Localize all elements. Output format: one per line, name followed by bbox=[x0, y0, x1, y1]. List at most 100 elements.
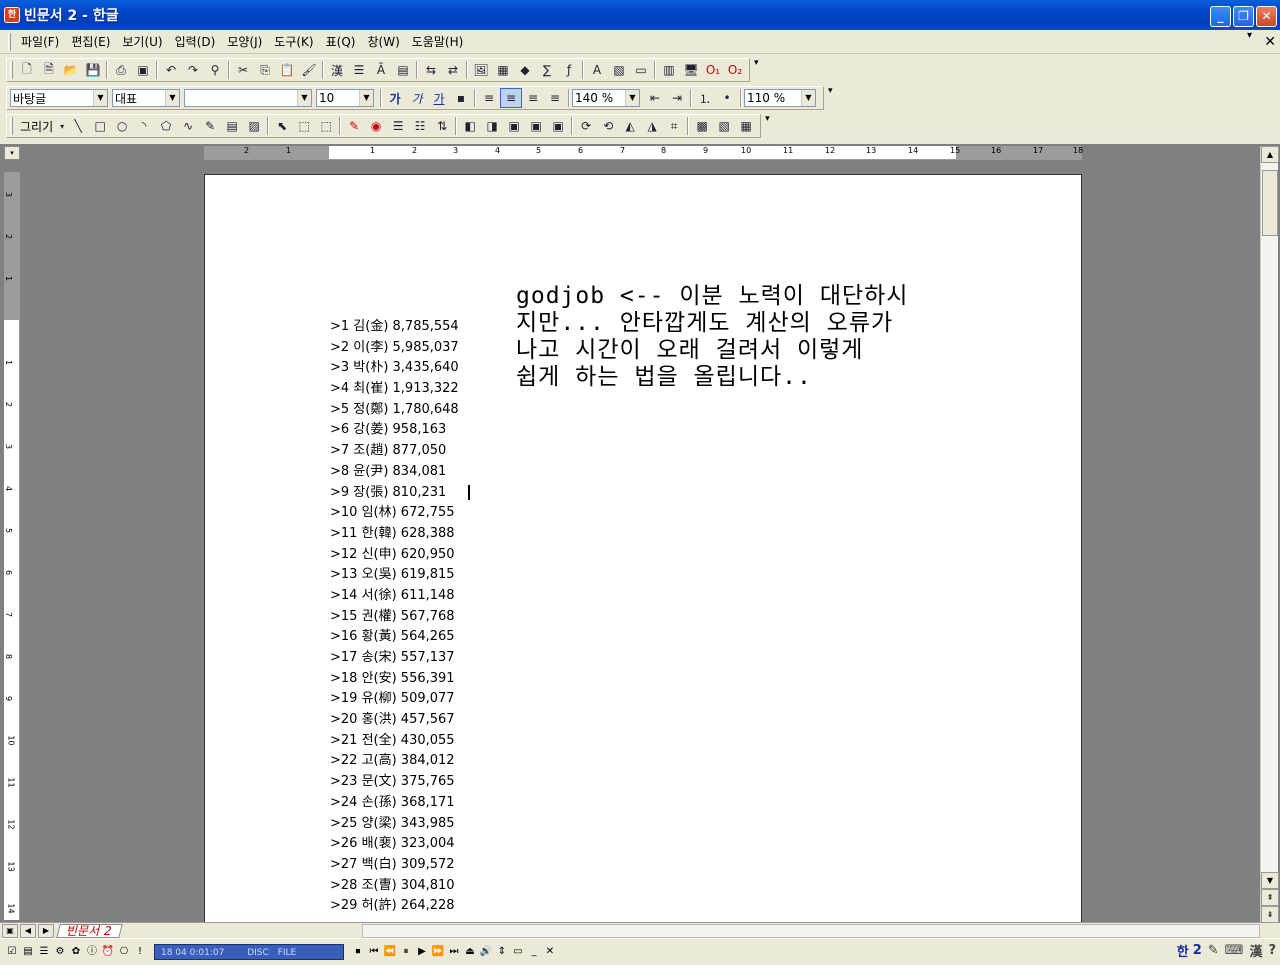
tab-view-icon[interactable]: ▣ bbox=[2, 923, 18, 938]
form-icon[interactable]: ▤ bbox=[20, 944, 36, 960]
page-setup-icon[interactable]: ▭ bbox=[630, 60, 652, 80]
disc-label[interactable]: DISC bbox=[247, 948, 269, 958]
text-color-icon[interactable]: ▪ bbox=[450, 88, 472, 108]
line-color-icon[interactable]: ✎ bbox=[343, 116, 365, 136]
minimize-panel-icon[interactable]: _ bbox=[526, 944, 542, 960]
media-play-icon[interactable]: ▶ bbox=[414, 944, 430, 960]
bullet-list-icon[interactable]: • bbox=[716, 88, 738, 108]
bring-front-icon[interactable]: ▣ bbox=[503, 116, 525, 136]
monitor-icon[interactable]: 🖥 bbox=[680, 60, 702, 80]
horizontal-ruler[interactable]: 2 1 1 2 3 4 5 6 7 8 9 10 11 12 13 14 15 … bbox=[204, 146, 1083, 160]
ungroup-objects-icon[interactable]: ⬚ bbox=[315, 116, 337, 136]
close-panel-icon[interactable]: ✕ bbox=[542, 944, 558, 960]
print-icon[interactable]: ⎙ bbox=[110, 60, 132, 80]
exclamation-icon[interactable]: ! bbox=[132, 944, 148, 960]
forward-arrow-icon[interactable]: ⇄ bbox=[442, 60, 464, 80]
media-prev-icon[interactable]: ⏮ bbox=[366, 944, 382, 960]
comment-paragraph[interactable]: godjob <-- 이분 노력이 대단하시 지만... 안타깝게도 계산의 오… bbox=[516, 283, 986, 391]
columns-icon[interactable]: ▥ bbox=[658, 60, 680, 80]
ime-hanja-icon[interactable]: 漢 bbox=[1249, 941, 1262, 960]
curve-tool-icon[interactable]: ∿ bbox=[177, 116, 199, 136]
file-label[interactable]: FILE bbox=[278, 948, 297, 958]
media-rewind-icon[interactable]: ⏪ bbox=[382, 944, 398, 960]
ime-mode-icon[interactable]: 2 bbox=[1193, 943, 1202, 958]
image-tool-icon[interactable]: ▨ bbox=[243, 116, 265, 136]
find-binoculars-icon[interactable]: ⚲ bbox=[204, 60, 226, 80]
ime-pen-icon[interactable]: ✎ bbox=[1208, 943, 1219, 958]
copy-icon[interactable]: ⎘ bbox=[254, 60, 276, 80]
char-style-icon[interactable]: Ā bbox=[370, 60, 392, 80]
camera-icon[interactable]: ⎔ bbox=[116, 944, 132, 960]
center-align-icon[interactable]: ≡ bbox=[522, 88, 544, 108]
media-stop-icon[interactable]: ⏹ bbox=[350, 944, 366, 960]
grid-icon[interactable]: ▦ bbox=[735, 116, 757, 136]
mdi-close-icon[interactable]: ✕ bbox=[1264, 34, 1276, 50]
tab-prev-icon[interactable]: ◀ bbox=[20, 923, 36, 938]
media-forward-icon[interactable]: ⏩ bbox=[430, 944, 446, 960]
back-arrow-icon[interactable]: ⇆ bbox=[420, 60, 442, 80]
language-combo[interactable]: 대표 ▼ bbox=[112, 89, 180, 107]
alarm-icon[interactable]: ⏰ bbox=[100, 944, 116, 960]
window-icon[interactable]: ▭ bbox=[510, 944, 526, 960]
ruler-corner-button[interactable]: ▾ bbox=[4, 146, 20, 160]
toolbar-more-icon[interactable]: ▾ bbox=[828, 86, 833, 96]
scroll-up-icon[interactable]: ▲ bbox=[1261, 146, 1279, 163]
dash-style-icon[interactable]: ☷ bbox=[409, 116, 431, 136]
right-align-icon[interactable]: ≡ bbox=[544, 88, 566, 108]
tab-document[interactable]: 빈문서 2 bbox=[56, 923, 123, 938]
arrow-style-icon[interactable]: ⇅ bbox=[431, 116, 453, 136]
toolbar-grip[interactable] bbox=[10, 61, 13, 79]
textbox-tool-icon[interactable]: ▤ bbox=[221, 116, 243, 136]
horizontal-scrollbar[interactable] bbox=[362, 924, 1260, 938]
menu-file[interactable]: 파일(F) bbox=[15, 33, 65, 50]
text-box-icon[interactable]: A bbox=[586, 60, 608, 80]
new-document-icon[interactable]: 🗋 bbox=[16, 60, 38, 80]
edit-points-icon[interactable]: ⌗ bbox=[663, 116, 685, 136]
chevron-down-icon[interactable]: ▼ bbox=[93, 90, 107, 106]
insert-equation-icon[interactable]: ∑ bbox=[536, 60, 558, 80]
insert-chart-icon[interactable]: ◆ bbox=[514, 60, 536, 80]
vertical-scrollbar[interactable]: ▲ ▼ ⇞ ⇟ bbox=[1260, 146, 1279, 923]
ellipse-tool-icon[interactable]: ○ bbox=[111, 116, 133, 136]
draw-menu-button[interactable]: 그리기 bbox=[16, 118, 57, 135]
toolbar-more-icon[interactable]: ▾ bbox=[754, 58, 759, 68]
next-page-icon[interactable]: ⇟ bbox=[1261, 906, 1279, 923]
tab-next-icon[interactable]: ▶ bbox=[38, 923, 54, 938]
format-painter-icon[interactable]: 🖌 bbox=[298, 60, 320, 80]
media-pause-icon[interactable]: ⏸ bbox=[398, 944, 414, 960]
vertical-ruler[interactable]: 3 2 1 1 2 3 4 5 6 7 8 9 10 11 12 13 14 bbox=[4, 172, 20, 920]
overstrike-icon[interactable]: O₁ bbox=[702, 60, 724, 80]
bold-button[interactable]: 가 bbox=[384, 88, 406, 108]
open-folder-icon[interactable]: 📂 bbox=[60, 60, 82, 80]
free-rotate-icon[interactable]: ⟲ bbox=[597, 116, 619, 136]
close-button[interactable]: ✕ bbox=[1256, 6, 1277, 27]
minimize-button[interactable]: _ bbox=[1210, 6, 1231, 27]
menu-table[interactable]: 표(Q) bbox=[320, 33, 362, 50]
menu-format[interactable]: 모양(J) bbox=[221, 33, 268, 50]
save-disk-icon[interactable]: 💾 bbox=[82, 60, 104, 80]
undo-icon[interactable]: ↶ bbox=[160, 60, 182, 80]
line-spacing-combo[interactable]: 140 % ▼ bbox=[572, 89, 640, 107]
document-info-icon[interactable]: ▤ bbox=[392, 60, 414, 80]
menu-edit[interactable]: 편집(E) bbox=[65, 33, 116, 50]
draw-menu-arrow-icon[interactable]: ▾ bbox=[57, 116, 67, 136]
menu-insert[interactable]: 입력(D) bbox=[169, 33, 222, 50]
document-page[interactable]: godjob <-- 이분 노력이 대단하시 지만... 안타깝게도 계산의 오… bbox=[204, 174, 1082, 924]
send-backward-icon[interactable]: ◨ bbox=[481, 116, 503, 136]
chevron-down-icon[interactable]: ▼ bbox=[165, 90, 179, 106]
font-size-combo[interactable]: 10 ▼ bbox=[316, 89, 374, 107]
toolbar-grip[interactable] bbox=[10, 117, 13, 135]
double-overstrike-icon[interactable]: O₂ bbox=[724, 60, 746, 80]
increase-indent-icon[interactable]: ⇥ bbox=[666, 88, 688, 108]
balance-icon[interactable]: ⇕ bbox=[494, 944, 510, 960]
new-template-icon[interactable]: 🗎 bbox=[38, 60, 60, 80]
chevron-down-icon[interactable]: ▼ bbox=[359, 90, 373, 106]
object-properties-icon[interactable]: ▩ bbox=[691, 116, 713, 136]
zoom-combo[interactable]: 110 % ▼ bbox=[744, 89, 816, 107]
numbered-list-icon[interactable]: ⒈ bbox=[694, 88, 716, 108]
restore-button[interactable]: ❐ bbox=[1233, 6, 1254, 27]
hanja-convert-icon[interactable]: 漢 bbox=[326, 60, 348, 80]
bring-forward-icon[interactable]: ◧ bbox=[459, 116, 481, 136]
info-icon[interactable]: ⓘ bbox=[84, 944, 100, 960]
media-next-icon[interactable]: ⏭ bbox=[446, 944, 462, 960]
